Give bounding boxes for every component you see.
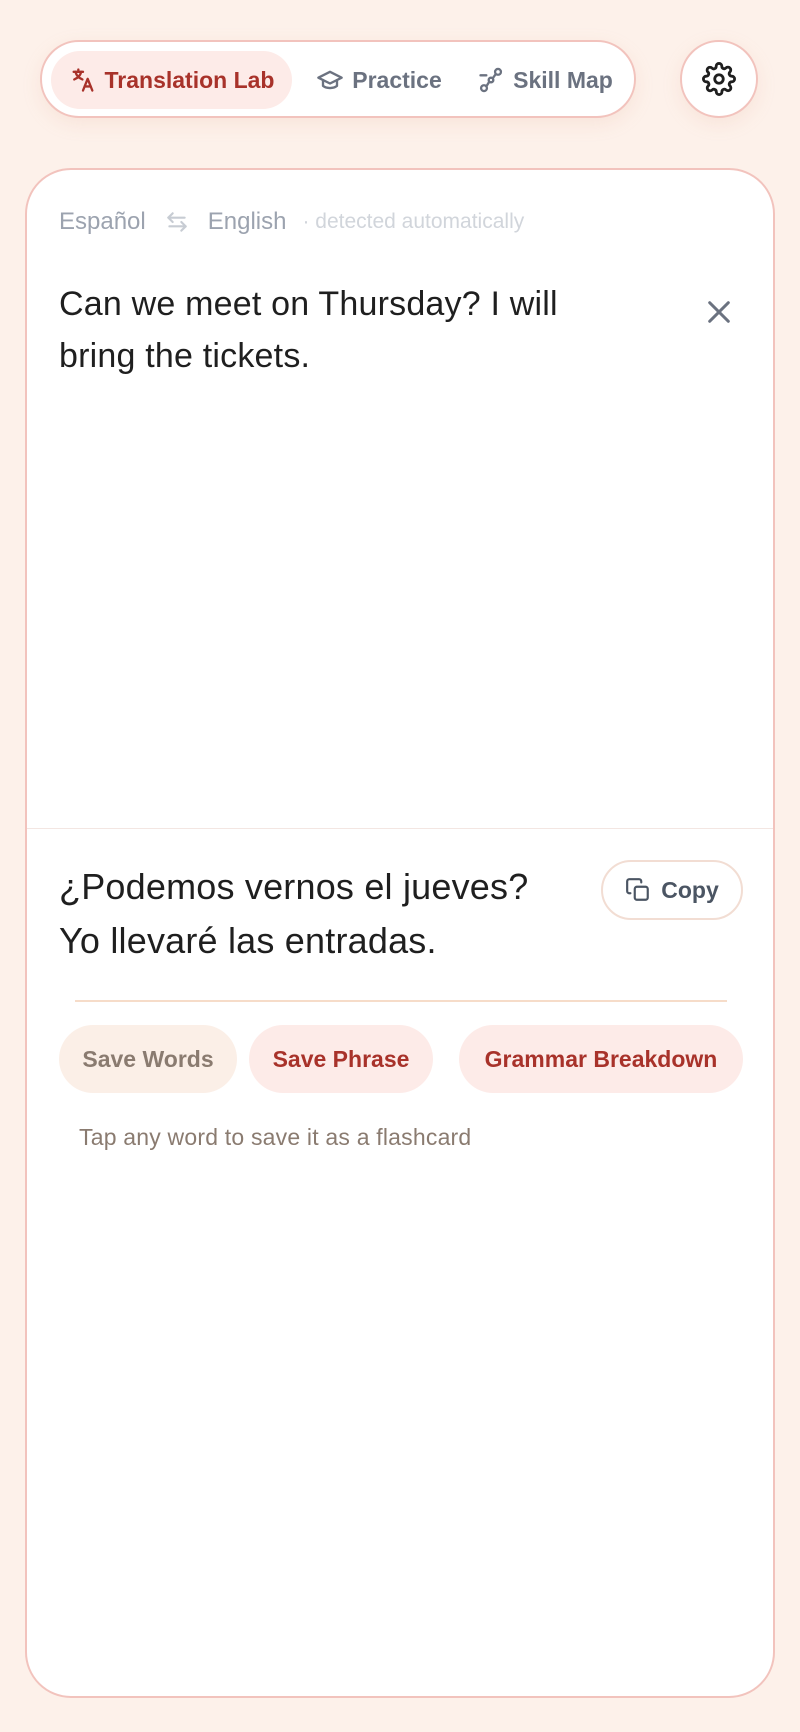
copy-button[interactable]: Copy bbox=[601, 860, 743, 920]
tab-label: Skill Map bbox=[513, 66, 613, 93]
language-selector: Español English · detected automatically bbox=[59, 206, 524, 238]
route-icon bbox=[479, 67, 503, 93]
actions-divider bbox=[75, 1000, 727, 1002]
main-nav: Translation Lab Practice Skill Map bbox=[40, 40, 636, 118]
close-icon bbox=[708, 301, 730, 323]
tab-practice[interactable]: Practice bbox=[304, 51, 454, 109]
save-phrase-button[interactable]: Save Phrase bbox=[249, 1025, 433, 1093]
settings-button[interactable] bbox=[680, 40, 758, 118]
source-text-input[interactable]: Can we meet on Thursday? I will bring th… bbox=[59, 278, 619, 382]
clear-button[interactable] bbox=[697, 290, 741, 334]
translated-text: ¿Podemos vernos el jueves? Yo llevaré la… bbox=[59, 866, 529, 961]
translate-icon bbox=[72, 68, 94, 92]
target-language[interactable]: English bbox=[208, 208, 287, 236]
graduation-cap-icon bbox=[317, 70, 344, 90]
copy-label: Copy bbox=[661, 876, 719, 903]
swap-languages-icon[interactable] bbox=[164, 209, 190, 235]
tab-label: Practice bbox=[352, 66, 442, 93]
gear-icon bbox=[702, 62, 736, 96]
detected-note: · detected automatically bbox=[302, 210, 525, 233]
translation-card: Español English · detected automatically… bbox=[25, 168, 775, 1698]
copy-icon bbox=[626, 878, 650, 901]
grammar-breakdown-button[interactable]: Grammar Breakdown bbox=[459, 1025, 743, 1093]
tab-label: Translation Lab bbox=[104, 66, 275, 93]
flashcard-hint: Tap any word to save it as a flashcard bbox=[79, 1124, 472, 1150]
tab-translation-lab[interactable]: Translation Lab bbox=[51, 51, 292, 109]
save-words-button[interactable]: Save Words bbox=[59, 1025, 237, 1093]
section-divider bbox=[27, 828, 773, 829]
source-language[interactable]: Español bbox=[59, 208, 146, 236]
tab-skill-map[interactable]: Skill Map bbox=[466, 51, 624, 109]
